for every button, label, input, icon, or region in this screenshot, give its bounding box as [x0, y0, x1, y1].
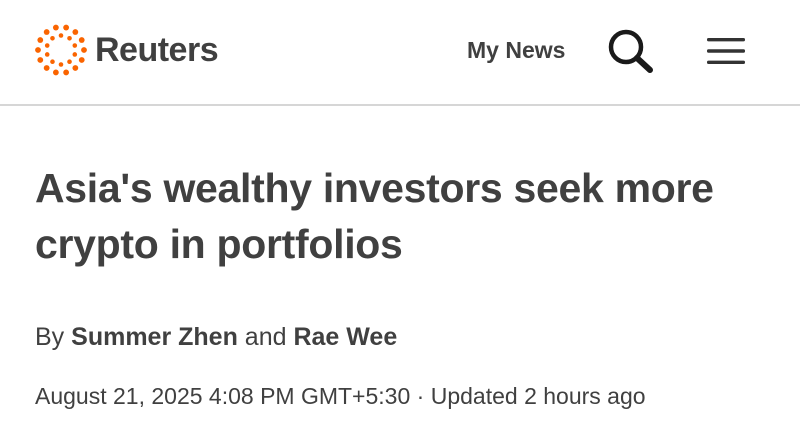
logo-dot	[72, 29, 79, 35]
author-link-1[interactable]: Summer Zhen	[71, 323, 238, 351]
site-header: Reuters My News	[0, 0, 800, 106]
logo-dot	[52, 24, 59, 31]
logo-dot	[35, 47, 41, 53]
search-icon	[608, 29, 653, 73]
logo-dot	[44, 43, 50, 48]
dateline: August 21, 2025 4:08 PM GMT+5:30 · Updat…	[35, 382, 646, 410]
logo-dot	[67, 59, 72, 65]
logo-dot	[58, 62, 64, 67]
menu-button[interactable]	[703, 33, 749, 69]
search-button[interactable]	[606, 27, 656, 75]
logo-dot	[52, 69, 59, 76]
byline-joiner: and	[244, 323, 287, 351]
author-link-2[interactable]: Rae Wee	[293, 323, 397, 351]
reuters-logo-icon	[35, 24, 87, 76]
logo-dot	[81, 47, 87, 53]
hamburger-menu-icon	[707, 38, 745, 64]
logo-dot	[44, 52, 50, 57]
logo-dot	[72, 65, 79, 71]
byline-prefix: By	[35, 323, 65, 351]
logo-dot	[43, 65, 50, 71]
logo-dot	[72, 52, 78, 57]
my-news-link[interactable]: My News	[467, 37, 565, 63]
logo-dot	[43, 29, 50, 35]
dateline-separator: ·	[416, 383, 425, 409]
logo-dot	[50, 35, 55, 41]
updated-timestamp: Updated 2 hours ago	[430, 383, 646, 409]
logo-dot	[78, 57, 85, 63]
byline: By Summer Zhen and Rae Wee	[35, 322, 397, 352]
article-headline: Asia's wealthy investors seek more crypt…	[35, 165, 714, 267]
logo-dot	[78, 37, 85, 43]
logo-dot	[63, 24, 70, 31]
logo-dot	[50, 59, 55, 65]
logo-dot	[67, 35, 72, 41]
logo-dot	[58, 33, 64, 38]
published-timestamp: August 21, 2025 4:08 PM GMT+5:30	[35, 383, 411, 409]
logo-dot	[37, 57, 44, 63]
logo-dot	[72, 43, 78, 48]
logo-dot	[37, 37, 44, 43]
brand-name: Reuters	[95, 31, 219, 69]
logo-dot	[63, 69, 70, 76]
reuters-logo[interactable]: Reuters	[33, 22, 219, 78]
